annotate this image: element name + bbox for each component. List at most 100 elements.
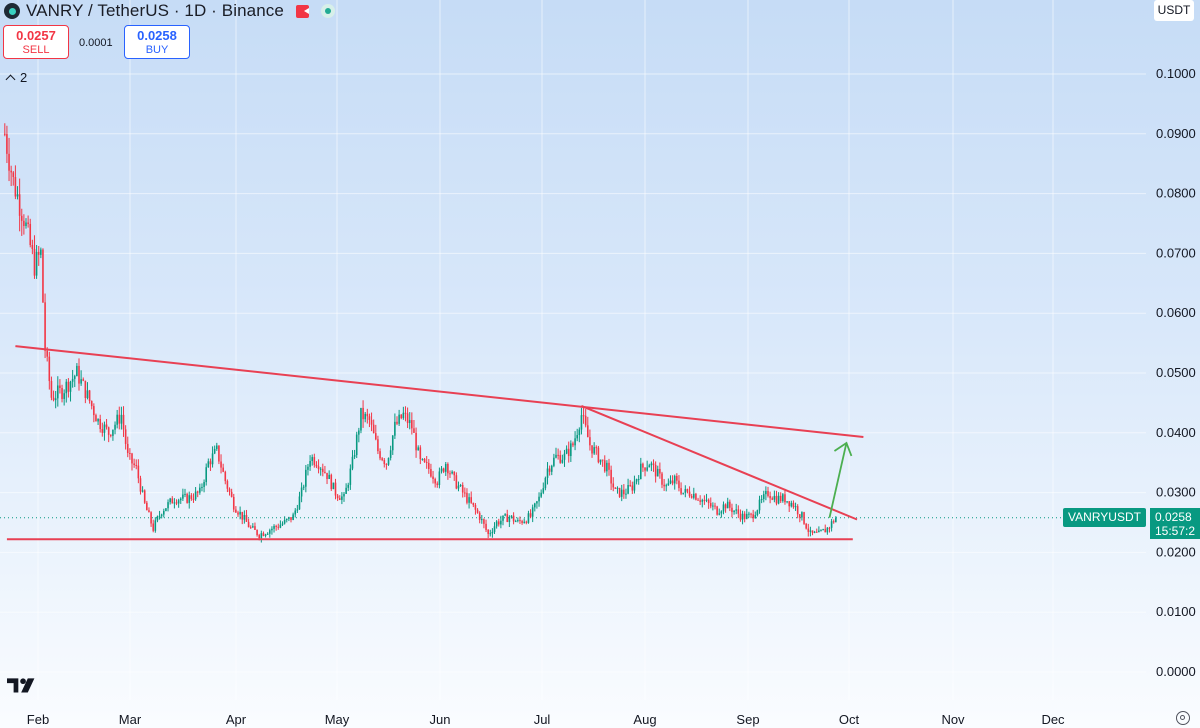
x-tick-label: Jun [430,712,451,727]
candle-body [830,521,833,528]
candle-body [616,487,619,489]
candle-body [580,415,583,430]
settings-icon[interactable] [1176,711,1190,725]
candle-body [434,478,436,484]
candle-body [324,471,326,473]
candle-body [521,521,523,523]
sell-button[interactable]: 0.0257 SELL [3,25,69,59]
symbol-title[interactable]: VANRY / TetherUS · 1D · Binance [26,1,284,21]
candle-body [360,407,362,431]
candle-body [105,424,108,428]
candlestick-series [4,123,837,543]
candle-body [65,381,68,394]
candle-body [544,477,547,489]
candle-body [461,485,464,493]
candle-body [343,493,345,497]
candle-body [413,428,415,433]
y-tick-label: 0.0800 [1156,186,1196,201]
candle-body [61,387,63,399]
candle-body [561,459,564,463]
candle-body [226,481,229,489]
candle-body [758,499,761,511]
candle-body [493,526,496,532]
indicators-toggle[interactable]: 2 [5,70,27,85]
candle-body [815,531,818,533]
candle-body [572,443,574,446]
price-chart[interactable]: 0.1000 0.0900 0.0800 0.0700 0.0600 0.0500 0.04… [0,0,1200,728]
x-tick-label: Sep [736,712,759,727]
candle-body [237,512,239,515]
candle-body [349,468,352,485]
candle-body [739,513,742,520]
candle-body [536,501,538,504]
candle-body [18,194,21,216]
candle-body [29,223,32,246]
market-status-icon [320,4,335,18]
candle-body [663,484,665,487]
time-axis[interactable]: Feb Mar Apr May Jun Jul Aug Sep Oct Nov Dec [27,712,1065,727]
candle-body [88,390,91,402]
candle-body [582,415,585,417]
candle-body [811,530,814,533]
symbol-header[interactable]: VANRY / TetherUS · 1D · Binance [0,0,335,22]
candle-body [184,493,186,495]
candle-body [10,170,12,173]
candle-body [693,493,695,498]
candle-body [563,453,566,460]
trendline-drawings[interactable] [6,345,864,541]
candle-body [805,523,807,529]
candle-body [129,453,131,455]
candle-body [355,434,358,456]
candle-body [199,487,201,493]
candle-body [444,463,447,472]
candle-body [224,471,227,482]
candle-body [735,509,737,511]
candle-body [14,177,17,197]
candle-body [313,457,316,465]
flag-icon[interactable] [295,4,309,18]
candle-body [385,463,388,465]
candle-body [143,490,146,503]
candle-body [192,498,195,500]
candle-body [273,525,275,529]
candle-body [593,447,595,454]
candle-body [640,463,642,479]
candle-body [220,461,222,468]
candle-body [835,517,837,523]
candle-body [430,469,432,477]
candle-body [684,489,687,493]
candle-body [587,425,589,438]
candle-body [112,429,114,436]
candle-body [538,496,540,502]
candle-body [644,467,646,471]
price-axis[interactable]: 0.1000 0.0900 0.0800 0.0700 0.0600 0.0500 0.04… [1156,66,1196,679]
candle-body [597,447,600,463]
candle-body [680,488,682,494]
candle-body [741,513,744,520]
y-tick-label: 0.0600 [1156,305,1196,320]
candle-body [769,495,771,499]
candle-body [695,493,697,500]
candle-body [733,510,735,513]
candle-body [44,302,46,351]
y-tick-label: 0.0100 [1156,604,1196,619]
candle-body [101,429,104,433]
candle-body [20,215,23,221]
candle-body [703,499,706,501]
buy-button[interactable]: 0.0258 BUY [124,25,190,59]
candle-body [762,494,765,500]
candle-body [196,491,199,493]
candle-body [107,427,110,435]
candle-body [275,525,277,527]
candle-body [743,513,746,519]
candle-body [269,530,271,534]
candle-body [610,469,612,484]
candle-body [40,249,42,255]
candle-body [709,503,712,507]
currency-label[interactable]: USDT [1154,0,1194,21]
candle-body [425,461,428,463]
candle-body [589,437,591,446]
candle-body [328,474,330,479]
tradingview-logo-icon[interactable] [7,676,41,694]
candle-body [239,511,241,515]
